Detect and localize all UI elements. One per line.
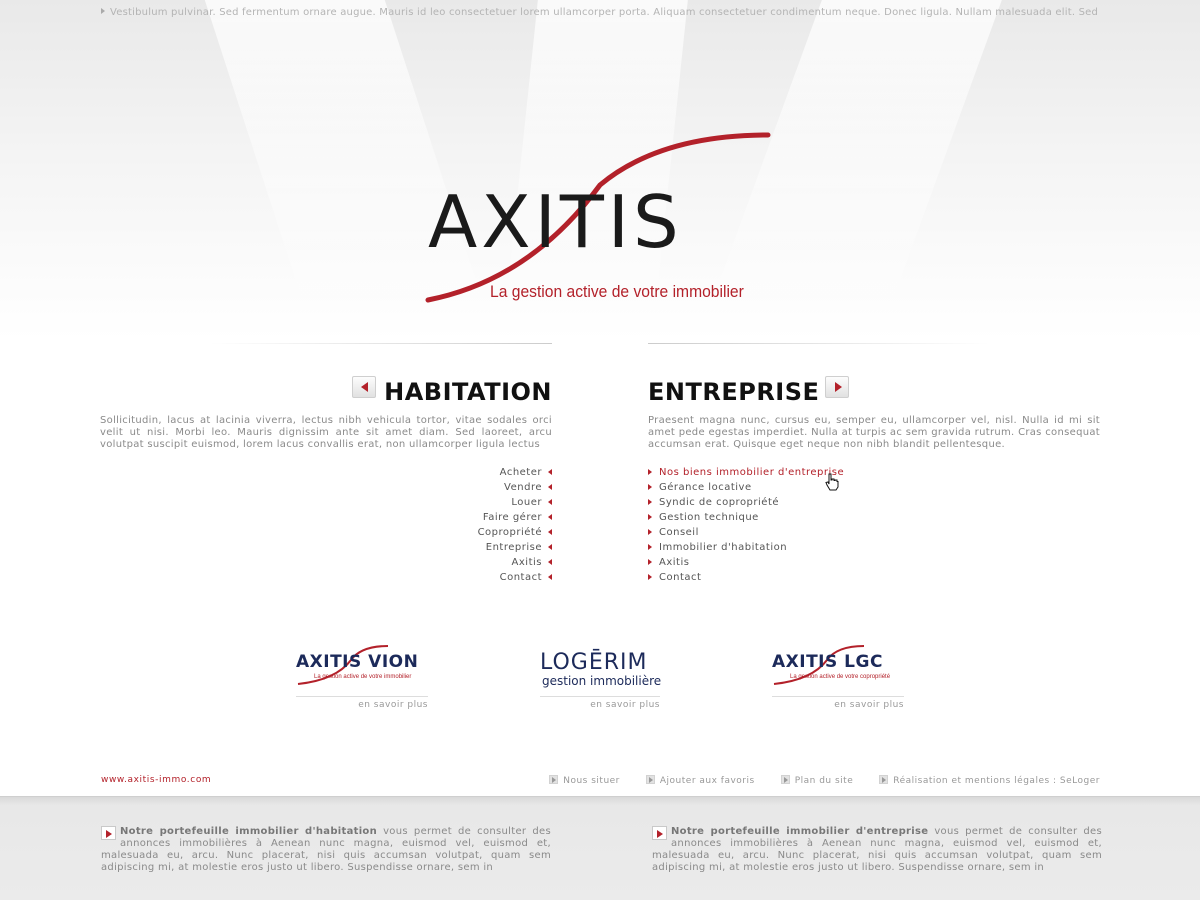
site-logo[interactable]: AXITIS La gestion active de votre immobi… [420, 130, 780, 310]
entreprise-menu-item[interactable]: Conseil [648, 525, 1100, 540]
left-arrow-icon [548, 559, 552, 565]
logo-wordmark: AXITIS [428, 180, 683, 264]
left-arrow-icon [548, 574, 552, 580]
habitation-menu-item[interactable]: Acheter [100, 465, 552, 480]
left-arrow-icon [548, 529, 552, 535]
footer-link[interactable]: Ajouter aux favoris [645, 775, 755, 786]
entreprise-menu-item[interactable]: Gérance locative [648, 480, 1100, 495]
habitation-menu-item[interactable]: Contact [100, 570, 552, 585]
entreprise-heading[interactable]: ENTREPRISE [648, 376, 1100, 407]
left-arrow-icon [548, 499, 552, 505]
right-arrow-icon [648, 559, 652, 565]
right-arrow-icon [648, 484, 652, 490]
right-arrow-icon [648, 544, 652, 550]
entreprise-menu: Nos biens immobilier d'entreprise Gérance… [648, 465, 1100, 585]
left-arrow-icon [548, 469, 552, 475]
brand-axitis-lgc[interactable]: AXITIS LGC La gestion active de votre co… [772, 640, 904, 710]
play-icon[interactable] [652, 826, 667, 840]
left-arrow-icon [548, 484, 552, 490]
habitation-text: Sollicitudin, lacus at lacinia viverra, … [100, 415, 552, 450]
logo-tagline: La gestion active de votre immobilier [490, 282, 744, 301]
habitation-menu-item[interactable]: Copropriété [100, 525, 552, 540]
right-arrow-icon[interactable] [825, 376, 850, 398]
divider [648, 343, 990, 344]
right-arrow-icon [648, 514, 652, 520]
habitation-heading[interactable]: HABITATION [100, 376, 552, 407]
entreprise-menu-item[interactable]: Syndic de copropriété [648, 495, 1100, 510]
site-url-link[interactable]: www.axitis-immo.com [101, 775, 211, 785]
arrow-box-icon [879, 775, 889, 784]
play-icon [101, 8, 105, 14]
bottom-entreprise-text[interactable]: Notre portefeuille immobilier d'entrepri… [652, 826, 1102, 874]
arrow-box-icon [780, 775, 790, 784]
bottom-habitation-text[interactable]: Notre portefeuille immobilier d'habitati… [101, 826, 551, 874]
habitation-menu-item[interactable]: Axitis [100, 555, 552, 570]
hand-cursor-icon [825, 473, 839, 491]
brand-tagline: La gestion active de votre copropriété [790, 674, 891, 680]
left-arrow-icon[interactable] [352, 376, 377, 398]
more-link[interactable]: en savoir plus [296, 700, 428, 710]
arrow-box-icon [645, 775, 655, 784]
footer-links: Nous situer Ajouter aux favoris Plan du si… [523, 775, 1100, 786]
brand-tagline: La gestion active de votre immobilier [314, 674, 412, 680]
entreprise-menu-item[interactable]: Immobilier d'habitation [648, 540, 1100, 555]
right-arrow-icon [648, 469, 652, 475]
footer-link[interactable]: Nous situer [549, 775, 620, 786]
entreprise-menu-item[interactable]: Nos biens immobilier d'entreprise [648, 465, 1100, 480]
footer-link[interactable]: Réalisation et mentions légales : SeLoge… [879, 775, 1100, 786]
news-ticker[interactable]: Vestibulum pulvinar. Sed fermentum ornar… [101, 7, 1101, 18]
habitation-menu: Acheter Vendre Louer Faire gérer Copropriété… [100, 465, 552, 585]
habitation-menu-item[interactable]: Vendre [100, 480, 552, 495]
habitation-section: HABITATION Sollicitudin, lacus at lacini… [100, 376, 552, 585]
left-arrow-icon [548, 514, 552, 520]
brand-tagline: gestion immobilière [542, 674, 662, 688]
brand-name: AXITIS VION [296, 652, 419, 672]
divider [210, 343, 552, 344]
brand-name: AXITIS LGC [772, 652, 883, 672]
habitation-menu-item[interactable]: Louer [100, 495, 552, 510]
right-arrow-icon [648, 499, 652, 505]
brand-axitis-vion[interactable]: AXITIS VION La gestion active de votre i… [296, 640, 428, 710]
play-icon[interactable] [101, 826, 116, 840]
entreprise-menu-item[interactable]: Contact [648, 570, 1100, 585]
more-link[interactable]: en savoir plus [540, 700, 660, 710]
entreprise-section: ENTREPRISE Praesent magna nunc, cursus e… [648, 376, 1100, 585]
entreprise-text: Praesent magna nunc, cursus eu, semper e… [648, 415, 1100, 450]
brand-logerim[interactable]: LOGĒRIM gestion immobilière en savoir pl… [540, 640, 662, 710]
entreprise-menu-item[interactable]: Axitis [648, 555, 1100, 570]
footer-link[interactable]: Plan du site [780, 775, 854, 786]
left-arrow-icon [548, 544, 552, 550]
right-arrow-icon [648, 574, 652, 580]
right-arrow-icon [648, 529, 652, 535]
brand-name: LOGĒRIM [540, 650, 648, 675]
habitation-menu-item[interactable]: Faire gérer [100, 510, 552, 525]
arrow-box-icon [549, 775, 559, 784]
habitation-menu-item[interactable]: Entreprise [100, 540, 552, 555]
entreprise-menu-item[interactable]: Gestion technique [648, 510, 1100, 525]
more-link[interactable]: en savoir plus [772, 700, 904, 710]
